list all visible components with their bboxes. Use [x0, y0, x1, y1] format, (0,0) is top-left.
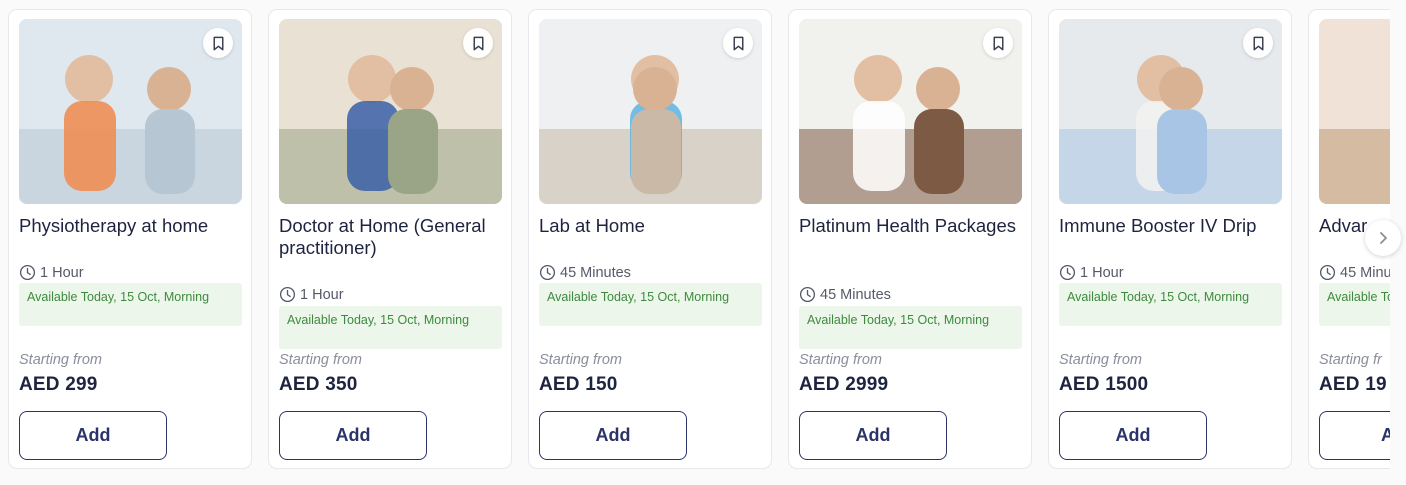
bookmark-button[interactable] — [983, 28, 1013, 58]
bookmark-button[interactable] — [1243, 28, 1273, 58]
duration: 45 Minutes — [539, 264, 765, 281]
duration-text: 1 Hour — [1080, 264, 1124, 281]
add-button[interactable]: Add — [539, 411, 687, 460]
service-card[interactable]: Lab at Home 45 Minutes Available Today, 15… — [528, 9, 772, 469]
service-image — [279, 19, 502, 204]
duration-text: 45 Minu — [1340, 264, 1390, 281]
clock-icon — [1059, 264, 1076, 281]
service-title: Doctor at Home (General practitioner) — [279, 215, 486, 258]
starting-from-label: Starting from — [799, 352, 882, 368]
clock-icon — [1319, 264, 1336, 281]
next-button[interactable] — [1365, 220, 1401, 256]
availability-badge: Available Today, 15 Oct, Morning — [799, 306, 1022, 349]
service-image — [19, 19, 242, 204]
service-title: Physiotherapy at home — [19, 215, 209, 236]
services-carousel: Physiotherapy at home 1 Hour Available Tod… — [0, 0, 1406, 485]
add-button[interactable]: Add — [799, 411, 947, 460]
clock-icon — [279, 286, 296, 303]
starting-from-label: Starting from — [279, 352, 362, 368]
availability-badge: Available To Morning — [1319, 283, 1390, 326]
duration: 1 Hour — [279, 286, 505, 303]
bookmark-button[interactable] — [203, 28, 233, 58]
clock-icon — [539, 264, 556, 281]
starting-from-label: Starting fr — [1319, 352, 1382, 368]
bookmark-button[interactable] — [723, 28, 753, 58]
bookmark-icon — [1250, 35, 1267, 52]
service-title: Immune Booster IV Drip — [1059, 215, 1257, 236]
service-card[interactable]: Doctor at Home (General practitioner) 1 H… — [268, 9, 512, 469]
bookmark-icon — [730, 35, 747, 52]
service-title: Lab at Home — [539, 215, 645, 236]
duration: 1 Hour — [1059, 264, 1285, 281]
service-card[interactable]: Physiotherapy at home 1 Hour Available Tod… — [8, 9, 252, 469]
price: AED 2999 — [799, 374, 889, 395]
duration-text: 45 Minutes — [560, 264, 631, 281]
duration: 1 Hour — [19, 264, 245, 281]
duration-text: 1 Hour — [300, 286, 344, 303]
service-image — [1319, 19, 1390, 204]
starting-from-label: Starting from — [1059, 352, 1142, 368]
duration-text: 1 Hour — [40, 264, 84, 281]
price: AED 350 — [279, 374, 358, 395]
price: AED 19 — [1319, 374, 1387, 395]
availability-badge: Available Today, 15 Oct, Morning — [539, 283, 762, 326]
bookmark-icon — [210, 35, 227, 52]
duration-text: 45 Minutes — [820, 286, 891, 303]
add-button[interactable]: Ad — [1319, 411, 1390, 460]
add-button[interactable]: Add — [279, 411, 427, 460]
service-card[interactable]: Platinum Health Packages 45 Minutes Availa… — [788, 9, 1032, 469]
availability-badge: Available Today, 15 Oct, Morning — [1059, 283, 1282, 326]
service-image — [539, 19, 762, 204]
starting-from-label: Starting from — [539, 352, 622, 368]
duration: 45 Minutes — [799, 286, 1025, 303]
bookmark-icon — [470, 35, 487, 52]
bookmark-button[interactable] — [463, 28, 493, 58]
starting-from-label: Starting from — [19, 352, 102, 368]
duration: 45 Minu — [1319, 264, 1390, 281]
price: AED 1500 — [1059, 374, 1149, 395]
add-button[interactable]: Add — [19, 411, 167, 460]
service-card[interactable]: Immune Booster IV Drip 1 Hour Available To… — [1048, 9, 1292, 469]
availability-badge: Available Today, 15 Oct, Morning — [19, 283, 242, 326]
carousel-track: Physiotherapy at home 1 Hour Available Tod… — [0, 0, 1390, 485]
add-button[interactable]: Add — [1059, 411, 1207, 460]
availability-badge: Available Today, 15 Oct, Morning — [279, 306, 502, 349]
clock-icon — [19, 264, 36, 281]
service-image — [799, 19, 1022, 204]
chevron-right-icon — [1380, 232, 1387, 244]
bookmark-icon — [990, 35, 1007, 52]
service-title: Platinum Health Packages — [799, 215, 1016, 236]
price: AED 299 — [19, 374, 98, 395]
clock-icon — [799, 286, 816, 303]
service-image — [1059, 19, 1282, 204]
price: AED 150 — [539, 374, 618, 395]
